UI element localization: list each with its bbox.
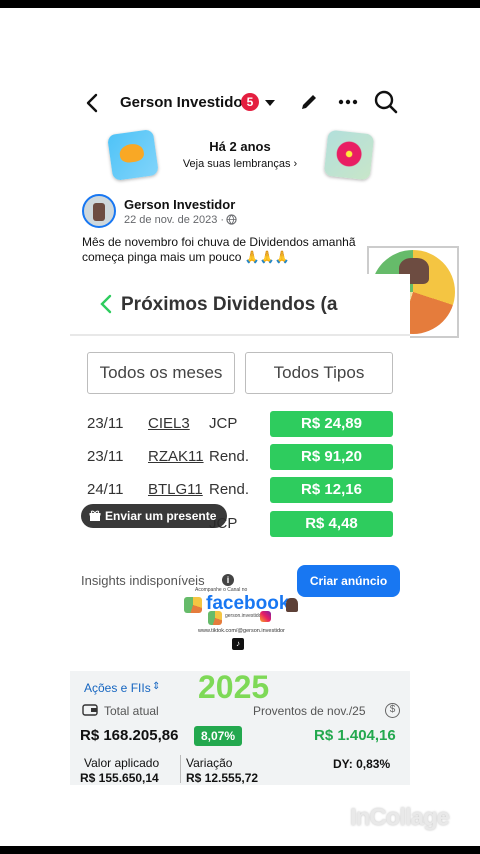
row-type: Rend.: [209, 481, 250, 498]
portfolio-panel: Ações e FIIs ⇕ 2025 Total atual Provento…: [70, 669, 410, 785]
send-gift-button[interactable]: Enviar um presente: [81, 504, 227, 528]
back-icon[interactable]: [82, 92, 104, 114]
send-gift-label: Enviar um presente: [105, 509, 217, 523]
row-ticker: RZAK11: [148, 448, 204, 465]
memories-link[interactable]: Veja suas lembranças ›: [0, 158, 480, 170]
table-row: 23/11 RZAK11 Rend. R$ 91,20: [70, 444, 410, 470]
tiktok-icon: ♪: [232, 638, 244, 650]
row-value: R$ 91,20: [270, 444, 393, 470]
globe-icon: [226, 214, 237, 225]
notification-badge: 5: [241, 93, 259, 111]
variation-value: R$ 12.555,72: [186, 771, 259, 785]
total-label: Total atual: [104, 704, 159, 718]
proventos-value: R$ 1.404,16: [314, 727, 396, 744]
row-date: 24/11: [87, 481, 124, 498]
table-row: 23/11 CIEL3 JCP R$ 24,89: [70, 411, 410, 437]
wallet-icon: [82, 704, 98, 716]
search-icon[interactable]: [373, 89, 399, 115]
row-type: JCP: [209, 415, 238, 432]
person-icon: [286, 598, 298, 612]
post-text: Mês de novembro foi chuva de Dividendos …: [82, 235, 356, 264]
row-date: 23/11: [87, 448, 124, 465]
chevron-updown-icon: ⇕: [152, 681, 161, 692]
instagram-icon: [260, 611, 271, 622]
app-screen: Gerson Investidor 5 Há 2 anos Veja suas …: [0, 8, 480, 846]
filter-months: Todos os meses: [87, 352, 235, 394]
more-icon[interactable]: [337, 91, 359, 113]
row-ticker: CIEL3: [148, 415, 190, 432]
row-value: R$ 24,89: [270, 411, 393, 437]
variation-label: Variação: [186, 756, 233, 770]
total-percent-badge: 8,07%: [194, 726, 242, 746]
asset-class-selector: Ações e FIIs: [84, 681, 151, 695]
sticker-handle: gerson.investidor: [225, 613, 264, 619]
memories-title: Há 2 anos: [209, 139, 271, 154]
filter-types: Todos Tipos: [245, 352, 393, 394]
insights-label: Insights indisponíveis: [81, 573, 205, 588]
year-overlay: 2025: [198, 669, 270, 705]
row-value: R$ 12,16: [270, 477, 393, 503]
dividend-yield: DY: 0,83%: [333, 757, 391, 771]
table-row: 24/11 BTLG11 Rend. R$ 12,16: [70, 477, 410, 503]
applied-label: Valor aplicado: [84, 756, 160, 770]
row-value: R$ 4,48: [270, 511, 393, 537]
sticker-logo-icon: [184, 597, 202, 613]
memory-sticker-right: [323, 129, 375, 181]
dividends-title: Próximos Dividendos (a: [121, 294, 338, 315]
sticker-logo-small-icon: [208, 611, 222, 625]
row-type: Rend.: [209, 448, 250, 465]
incollage-watermark: InCollage: [350, 804, 450, 831]
dollar-icon: $: [385, 703, 400, 718]
memory-sticker-left: [107, 129, 159, 181]
sticker-url: www.tiktok.com/@gerson.investidor: [198, 628, 285, 634]
post-author[interactable]: Gerson Investidor: [124, 197, 235, 212]
caret-down-icon[interactable]: [265, 100, 275, 106]
proventos-label: Proventos de nov./25: [253, 704, 366, 718]
divider: [180, 755, 181, 783]
page-title[interactable]: Gerson Investidor: [120, 94, 248, 111]
total-value: R$ 168.205,86: [80, 727, 179, 744]
gift-icon: [89, 510, 101, 521]
row-ticker: BTLG11: [148, 481, 203, 498]
divider: [70, 334, 410, 336]
applied-value: R$ 155.650,14: [80, 771, 159, 785]
create-ad-button[interactable]: Criar anúncio: [297, 565, 400, 597]
info-icon[interactable]: i: [222, 574, 234, 586]
pencil-icon[interactable]: [298, 91, 320, 113]
top-bar: Gerson Investidor 5: [0, 84, 480, 124]
row-date: 23/11: [87, 415, 124, 432]
post-date: 22 de nov. de 2023 ·: [124, 214, 225, 226]
avatar[interactable]: [82, 194, 116, 228]
chevron-left-icon: [100, 294, 112, 314]
